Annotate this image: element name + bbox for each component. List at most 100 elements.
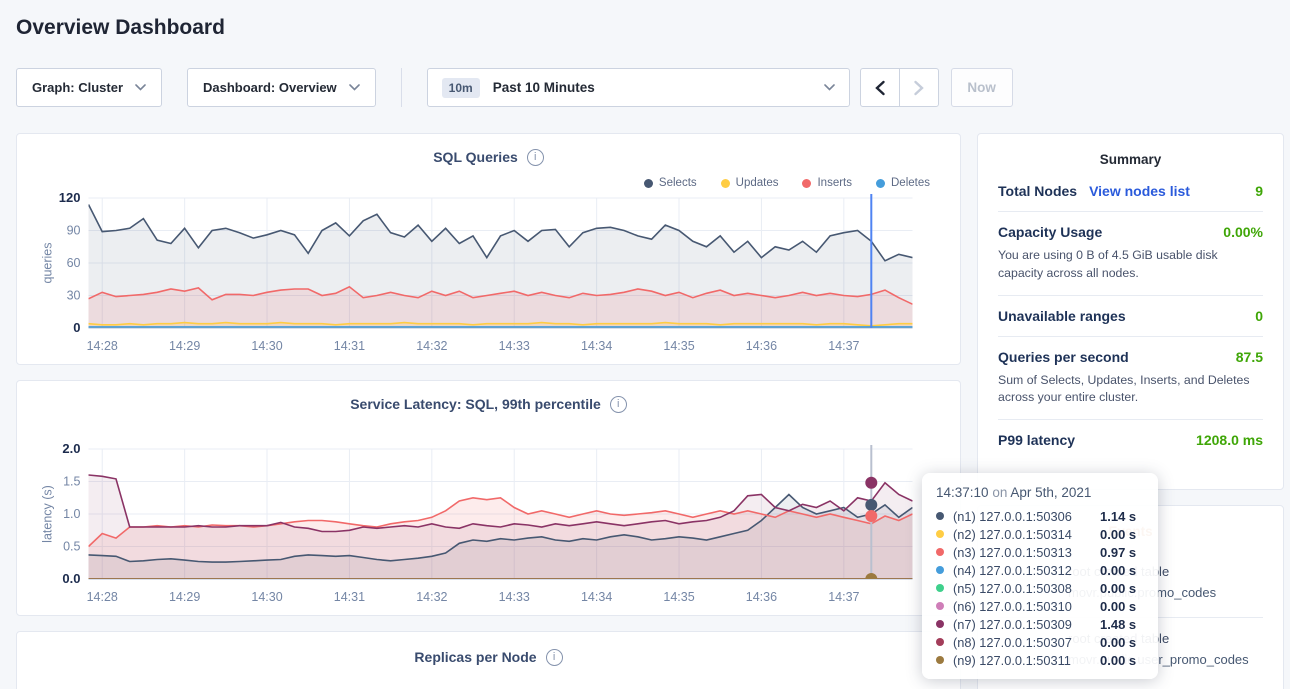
- tooltip-series-dot: [936, 620, 944, 628]
- tooltip-node-value: 0.00 s: [1100, 563, 1136, 578]
- legend-dot: [721, 179, 730, 188]
- tooltip-connector: on: [992, 485, 1007, 500]
- svg-text:14:34: 14:34: [581, 590, 612, 604]
- chevron-left-icon: [874, 80, 886, 96]
- svg-text:0: 0: [73, 320, 80, 335]
- svg-text:30: 30: [67, 289, 81, 303]
- chevron-right-icon: [913, 80, 925, 96]
- tooltip-node-value: 1.48 s: [1100, 617, 1136, 632]
- charts-column: SQL Queries i Selects Updates Inserts Delet…: [16, 133, 961, 689]
- qps-label: Queries per second: [998, 349, 1129, 365]
- sql-chart-legend: Selects Updates Inserts Deletes: [47, 176, 930, 190]
- tooltip-row: (n4) 127.0.0.1:503120.00 s: [936, 561, 1144, 579]
- next-timeframe-button[interactable]: [899, 68, 939, 107]
- service-latency-chart[interactable]: 14:2814:2914:3014:3114:3214:3314:3414:35…: [33, 441, 944, 609]
- summary-panel: Summary Total Nodes View nodes list 9 Ca…: [977, 133, 1284, 490]
- tooltip-header: 14:37:10 on Apr 5th, 2021: [936, 485, 1144, 500]
- qps-description: Sum of Selects, Updates, Inserts, and De…: [998, 372, 1263, 408]
- svg-text:14:31: 14:31: [334, 590, 365, 604]
- svg-text:14:34: 14:34: [581, 339, 612, 353]
- time-range-selector[interactable]: 10m Past 10 Minutes: [427, 68, 850, 107]
- tooltip-row: (n8) 127.0.0.1:503070.00 s: [936, 633, 1144, 651]
- tooltip-node-label: (n4) 127.0.0.1:50312: [953, 563, 1100, 578]
- svg-text:14:36: 14:36: [746, 590, 777, 604]
- sql-queries-chart-title: SQL Queries i: [33, 146, 944, 168]
- tooltip-row: (n6) 127.0.0.1:503100.00 s: [936, 597, 1144, 615]
- legend-item-selects[interactable]: Selects: [644, 176, 697, 190]
- total-nodes-value: 9: [1255, 183, 1263, 199]
- unavailable-ranges-value: 0: [1255, 308, 1263, 324]
- chevron-down-icon: [135, 84, 146, 91]
- info-icon[interactable]: i: [546, 649, 563, 666]
- tooltip-row: (n2) 127.0.0.1:503140.00 s: [936, 525, 1144, 543]
- svg-text:14:37: 14:37: [828, 590, 859, 604]
- page-title: Overview Dashboard: [16, 15, 1274, 41]
- graph-dropdown[interactable]: Graph: Cluster: [16, 68, 162, 107]
- svg-text:14:37: 14:37: [828, 339, 859, 353]
- qps-value: 87.5: [1236, 349, 1263, 365]
- tooltip-node-value: 1.14 s: [1100, 509, 1136, 524]
- legend-dot: [644, 179, 653, 188]
- tooltip-node-label: (n5) 127.0.0.1:50308: [953, 581, 1100, 596]
- tooltip-series-dot: [936, 584, 944, 592]
- tooltip-row: (n5) 127.0.0.1:503080.00 s: [936, 579, 1144, 597]
- overview-dashboard-page: { "page": { "title": "Overview Dashboard…: [0, 0, 1290, 689]
- svg-text:14:29: 14:29: [169, 339, 200, 353]
- dashboard-dropdown[interactable]: Dashboard: Overview: [187, 68, 376, 107]
- tooltip-date: Apr 5th, 2021: [1010, 485, 1091, 500]
- svg-text:14:32: 14:32: [416, 339, 447, 353]
- time-range-badge: 10m: [442, 78, 480, 98]
- chart-title-text: SQL Queries: [433, 149, 518, 165]
- tooltip-node-value: 0.00 s: [1100, 581, 1136, 596]
- legend-label: Deletes: [891, 177, 930, 189]
- svg-text:14:36: 14:36: [746, 339, 777, 353]
- chart-hover-tooltip: 14:37:10 on Apr 5th, 2021 (n1) 127.0.0.1…: [922, 473, 1158, 679]
- dashboard-dropdown-label: Dashboard: Overview: [203, 80, 337, 95]
- svg-text:14:30: 14:30: [251, 339, 282, 353]
- prev-timeframe-button[interactable]: [860, 68, 900, 107]
- tooltip-node-label: (n6) 127.0.0.1:50310: [953, 599, 1100, 614]
- legend-item-deletes[interactable]: Deletes: [876, 176, 930, 190]
- view-nodes-list-link[interactable]: View nodes list: [1089, 183, 1190, 199]
- tooltip-series-dot: [936, 512, 944, 520]
- svg-text:0.0: 0.0: [62, 571, 80, 586]
- tooltip-series-dot: [936, 548, 944, 556]
- svg-text:1.0: 1.0: [63, 507, 80, 521]
- tooltip-node-label: (n7) 127.0.0.1:50309: [953, 617, 1100, 632]
- tooltip-node-label: (n8) 127.0.0.1:50307: [953, 635, 1100, 650]
- info-icon[interactable]: i: [527, 149, 544, 166]
- tooltip-row: (n3) 127.0.0.1:503130.97 s: [936, 543, 1144, 561]
- tooltip-time: 14:37:10: [936, 485, 989, 500]
- time-nav-group: [860, 68, 939, 107]
- svg-text:queries: queries: [41, 243, 55, 284]
- svg-text:14:29: 14:29: [169, 590, 200, 604]
- capacity-usage-description: You are using 0 B of 4.5 GiB usable disk…: [998, 247, 1263, 283]
- svg-text:14:33: 14:33: [499, 590, 530, 604]
- tooltip-row: (n7) 127.0.0.1:503091.48 s: [936, 615, 1144, 633]
- legend-item-updates[interactable]: Updates: [721, 176, 779, 190]
- svg-text:14:33: 14:33: [499, 339, 530, 353]
- summary-row-total-nodes: Total Nodes View nodes list 9: [998, 171, 1263, 212]
- capacity-usage-value: 0.00%: [1223, 224, 1263, 240]
- tooltip-node-label: (n9) 127.0.0.1:50311: [953, 653, 1100, 668]
- svg-text:14:32: 14:32: [416, 590, 447, 604]
- tooltip-node-value: 0.97 s: [1100, 545, 1136, 560]
- p99-latency-label: P99 latency: [998, 432, 1075, 448]
- chevron-down-icon: [824, 84, 835, 91]
- svg-text:120: 120: [59, 190, 81, 205]
- summary-row-qps: Queries per second 87.5 Sum of Selects, …: [998, 337, 1263, 421]
- now-button[interactable]: Now: [951, 68, 1013, 107]
- sql-queries-card: SQL Queries i Selects Updates Inserts Delet…: [16, 133, 961, 365]
- svg-text:90: 90: [67, 224, 81, 238]
- svg-text:2.0: 2.0: [62, 441, 80, 456]
- tooltip-rows: (n1) 127.0.0.1:503061.14 s(n2) 127.0.0.1…: [936, 507, 1144, 669]
- info-icon[interactable]: i: [610, 396, 627, 413]
- sql-queries-chart[interactable]: 14:2814:2914:3014:3114:3214:3314:3414:35…: [33, 190, 944, 358]
- legend-label: Inserts: [817, 177, 852, 189]
- latency-chart-container: 14:2814:2914:3014:3114:3214:3314:3414:35…: [33, 441, 944, 609]
- tooltip-row: (n1) 127.0.0.1:503061.14 s: [936, 507, 1144, 525]
- tooltip-node-label: (n2) 127.0.0.1:50314: [953, 527, 1100, 542]
- chart-title-text: Service Latency: SQL, 99th percentile: [350, 396, 601, 412]
- legend-item-inserts[interactable]: Inserts: [802, 176, 852, 190]
- tooltip-node-label: (n1) 127.0.0.1:50306: [953, 509, 1100, 524]
